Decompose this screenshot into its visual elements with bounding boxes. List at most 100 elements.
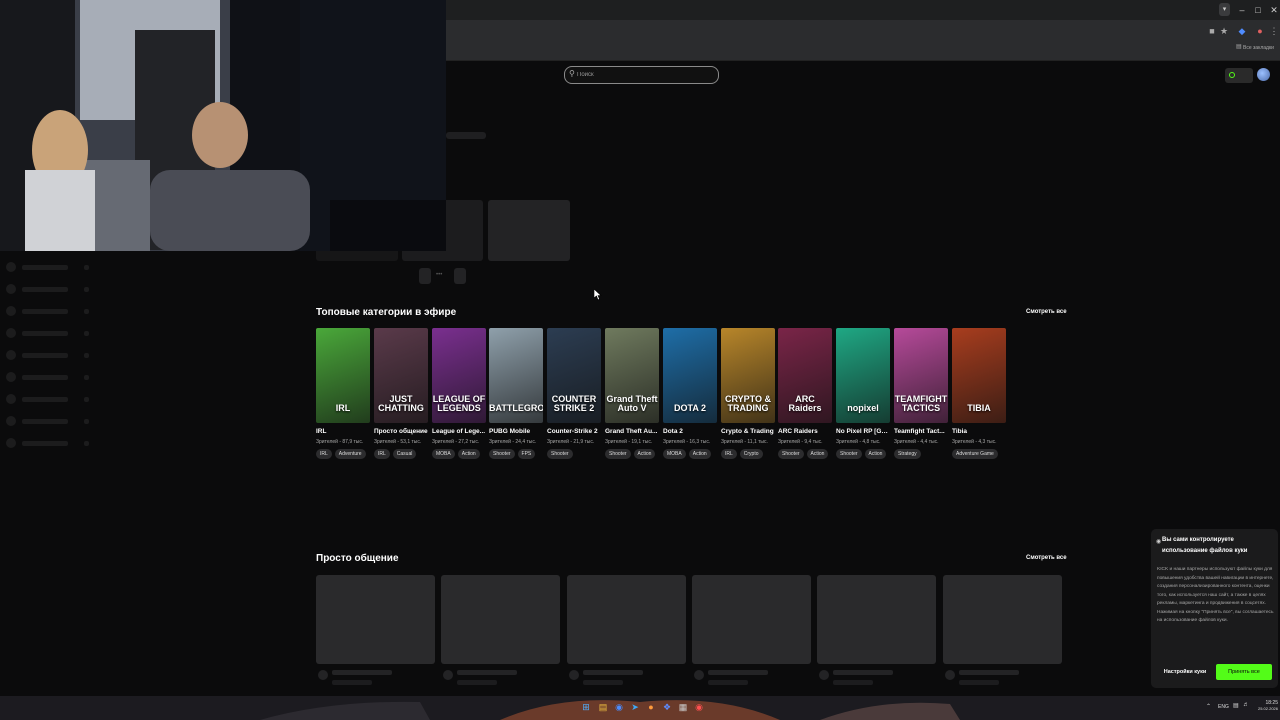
category-tag[interactable]: Adventure Game [952,449,998,459]
category-tag[interactable]: Action [633,449,656,459]
category-card[interactable]: ARC Raiders ARC Raiders Зрителей - 9,4 тыс… [778,328,832,459]
category-name[interactable]: ARC Raiders [778,428,832,435]
calculator-icon[interactable]: ▦ [677,701,689,714]
category-thumbnail[interactable]: IRL [316,328,370,423]
category-name[interactable]: League of Lege... [432,428,486,435]
all-bookmarks-link[interactable]: Все закладки [1243,45,1274,51]
category-card[interactable]: JUST CHATTING Просто общение Зрителей - 53… [374,328,428,459]
category-name[interactable]: Просто общение [374,428,428,435]
stream-skeleton [817,575,936,664]
category-tag[interactable]: Shooter [489,449,515,459]
category-card[interactable]: DOTA 2 Dota 2 Зрителей - 16,3 тыс. MOBA Acti… [663,328,717,459]
volume-icon[interactable]: ♬ [1243,702,1249,708]
category-tag[interactable]: Action [806,449,829,459]
category-name[interactable]: Tibia [952,428,1006,435]
extension-icon[interactable]: ◆ [1236,25,1248,37]
category-thumbnail[interactable]: TIBIA [952,328,1006,423]
category-thumbnail[interactable]: LEAGUE OF LEGENDS [432,328,486,423]
app-icon[interactable]: ◉ [693,701,705,714]
category-name[interactable]: Grand Theft Au... [605,428,659,435]
bookmark-icon[interactable]: ★ [1218,25,1230,37]
category-card[interactable]: BATTLEGROUNDS PUBG Mobile Зрителей - 24,4 … [489,328,543,459]
search-input-wrapper[interactable]: ⚲ [564,66,719,84]
stream-skeleton [692,575,811,664]
category-card[interactable]: LEAGUE OF LEGENDS League of Lege... Зрител… [432,328,486,459]
category-tag[interactable]: Shooter [778,449,804,459]
menu-icon[interactable]: ⋮ [1268,25,1280,37]
app-icon[interactable]: ❖ [661,701,673,714]
minimize-icon[interactable]: – [1235,3,1249,17]
live-indicator[interactable] [1225,68,1253,83]
category-name[interactable]: Counter-Strike 2 [547,428,601,435]
category-tags: Shooter Action [836,449,890,459]
category-card[interactable]: TIBIA Tibia Зрителей - 4,3 тыс. Adventure G… [952,328,1006,459]
network-icon[interactable]: ▤ [1233,702,1239,709]
carousel-prev-button[interactable] [419,268,431,284]
category-name[interactable]: Dota 2 [663,428,717,435]
category-card[interactable]: COUNTER STRIKE 2 Counter-Strike 2 Зрителей… [547,328,601,459]
close-icon[interactable]: ✕ [1267,3,1280,17]
category-card[interactable]: TEAMFIGHT TACTICS Teamfight Tact... Зрител… [894,328,948,459]
category-card[interactable]: nopixel No Pixel RP [GT... Зрителей - 4,8 … [836,328,890,459]
cast-icon[interactable]: ■ [1206,25,1218,37]
app-icon[interactable]: ● [645,701,657,714]
category-tag[interactable]: Shooter [547,449,573,459]
category-name[interactable]: PUBG Mobile [489,428,543,435]
category-viewers: Зрителей - 19,1 тыс. [605,439,653,445]
mouse-cursor [594,289,602,301]
file-explorer-icon[interactable]: ▤ [597,701,609,714]
category-thumbnail[interactable]: nopixel [836,328,890,423]
category-name[interactable]: Crypto & Trading [721,428,775,435]
telegram-icon[interactable]: ➤ [629,701,641,714]
category-tag[interactable]: Adventure [334,449,366,459]
category-name[interactable]: No Pixel RP [GT... [836,428,890,435]
browser-icon[interactable]: ◉ [613,701,625,714]
tab-search-dropdown[interactable]: ▾ [1219,3,1230,16]
category-tag[interactable]: Shooter [605,449,631,459]
carousel-next-button[interactable] [454,268,466,284]
category-name[interactable]: Teamfight Tact... [894,428,948,435]
category-card[interactable]: IRL IRL Зрителей - 87,9 тыс. IRL Adventure [316,328,370,459]
clock[interactable]: 18:25 25.02.2026 [1258,700,1278,711]
category-thumbnail[interactable]: BATTLEGROUNDS [489,328,543,423]
see-all-link[interactable]: Смотреть все [1026,309,1067,315]
category-tag[interactable]: Strategy [894,449,921,459]
category-tag[interactable]: MOBA [432,449,455,459]
category-tags: Shooter FPS [489,449,543,459]
category-tag[interactable]: IRL [316,449,332,459]
category-thumbnail[interactable]: Grand Theft Auto V [605,328,659,423]
category-tag[interactable]: IRL [721,449,737,459]
category-thumbnail[interactable]: CRYPTO & TRADING [721,328,775,423]
category-thumbnail[interactable]: ARC Raiders [778,328,832,423]
category-tags: IRL Crypto [721,449,775,459]
category-tag[interactable]: Casual [392,449,417,459]
category-card[interactable]: CRYPTO & TRADING Crypto & Trading Зрителей… [721,328,775,459]
windows-start-icon[interactable]: ⊞ [580,701,592,714]
tray-chevron-icon[interactable]: ⌃ [1206,703,1211,710]
cookie-title: Вы сами контролируете использование файл… [1162,537,1248,554]
language-indicator[interactable]: ENG [1218,704,1229,710]
category-tag[interactable]: MOBA [663,449,686,459]
carousel-dots: ••• [436,272,443,278]
category-tag[interactable]: Action [688,449,711,459]
category-thumbnail[interactable]: JUST CHATTING [374,328,428,423]
category-tag[interactable]: Crypto [739,449,763,459]
category-tag[interactable]: Action [457,449,480,459]
category-thumbnail[interactable]: TEAMFIGHT TACTICS [894,328,948,423]
category-tag[interactable]: FPS [517,449,536,459]
category-thumbnail[interactable]: COUNTER STRIKE 2 [547,328,601,423]
category-name[interactable]: IRL [316,428,370,435]
category-card[interactable]: Grand Theft Auto V Grand Theft Au... Зрите… [605,328,659,459]
see-all-link[interactable]: Смотреть все [1026,555,1067,561]
cookie-settings-button[interactable]: Настройки куки [1158,665,1212,680]
avatar[interactable] [1257,68,1270,81]
maximize-icon[interactable]: □ [1251,3,1265,17]
profile-icon[interactable]: ● [1254,25,1266,37]
category-tag[interactable]: Shooter [836,449,862,459]
category-tag[interactable]: Action [864,449,887,459]
accept-all-button[interactable]: Принять все [1216,664,1272,680]
stream-skeleton [943,575,1062,664]
category-tag[interactable]: IRL [374,449,390,459]
category-thumbnail[interactable]: DOTA 2 [663,328,717,423]
search-input[interactable] [577,68,707,82]
